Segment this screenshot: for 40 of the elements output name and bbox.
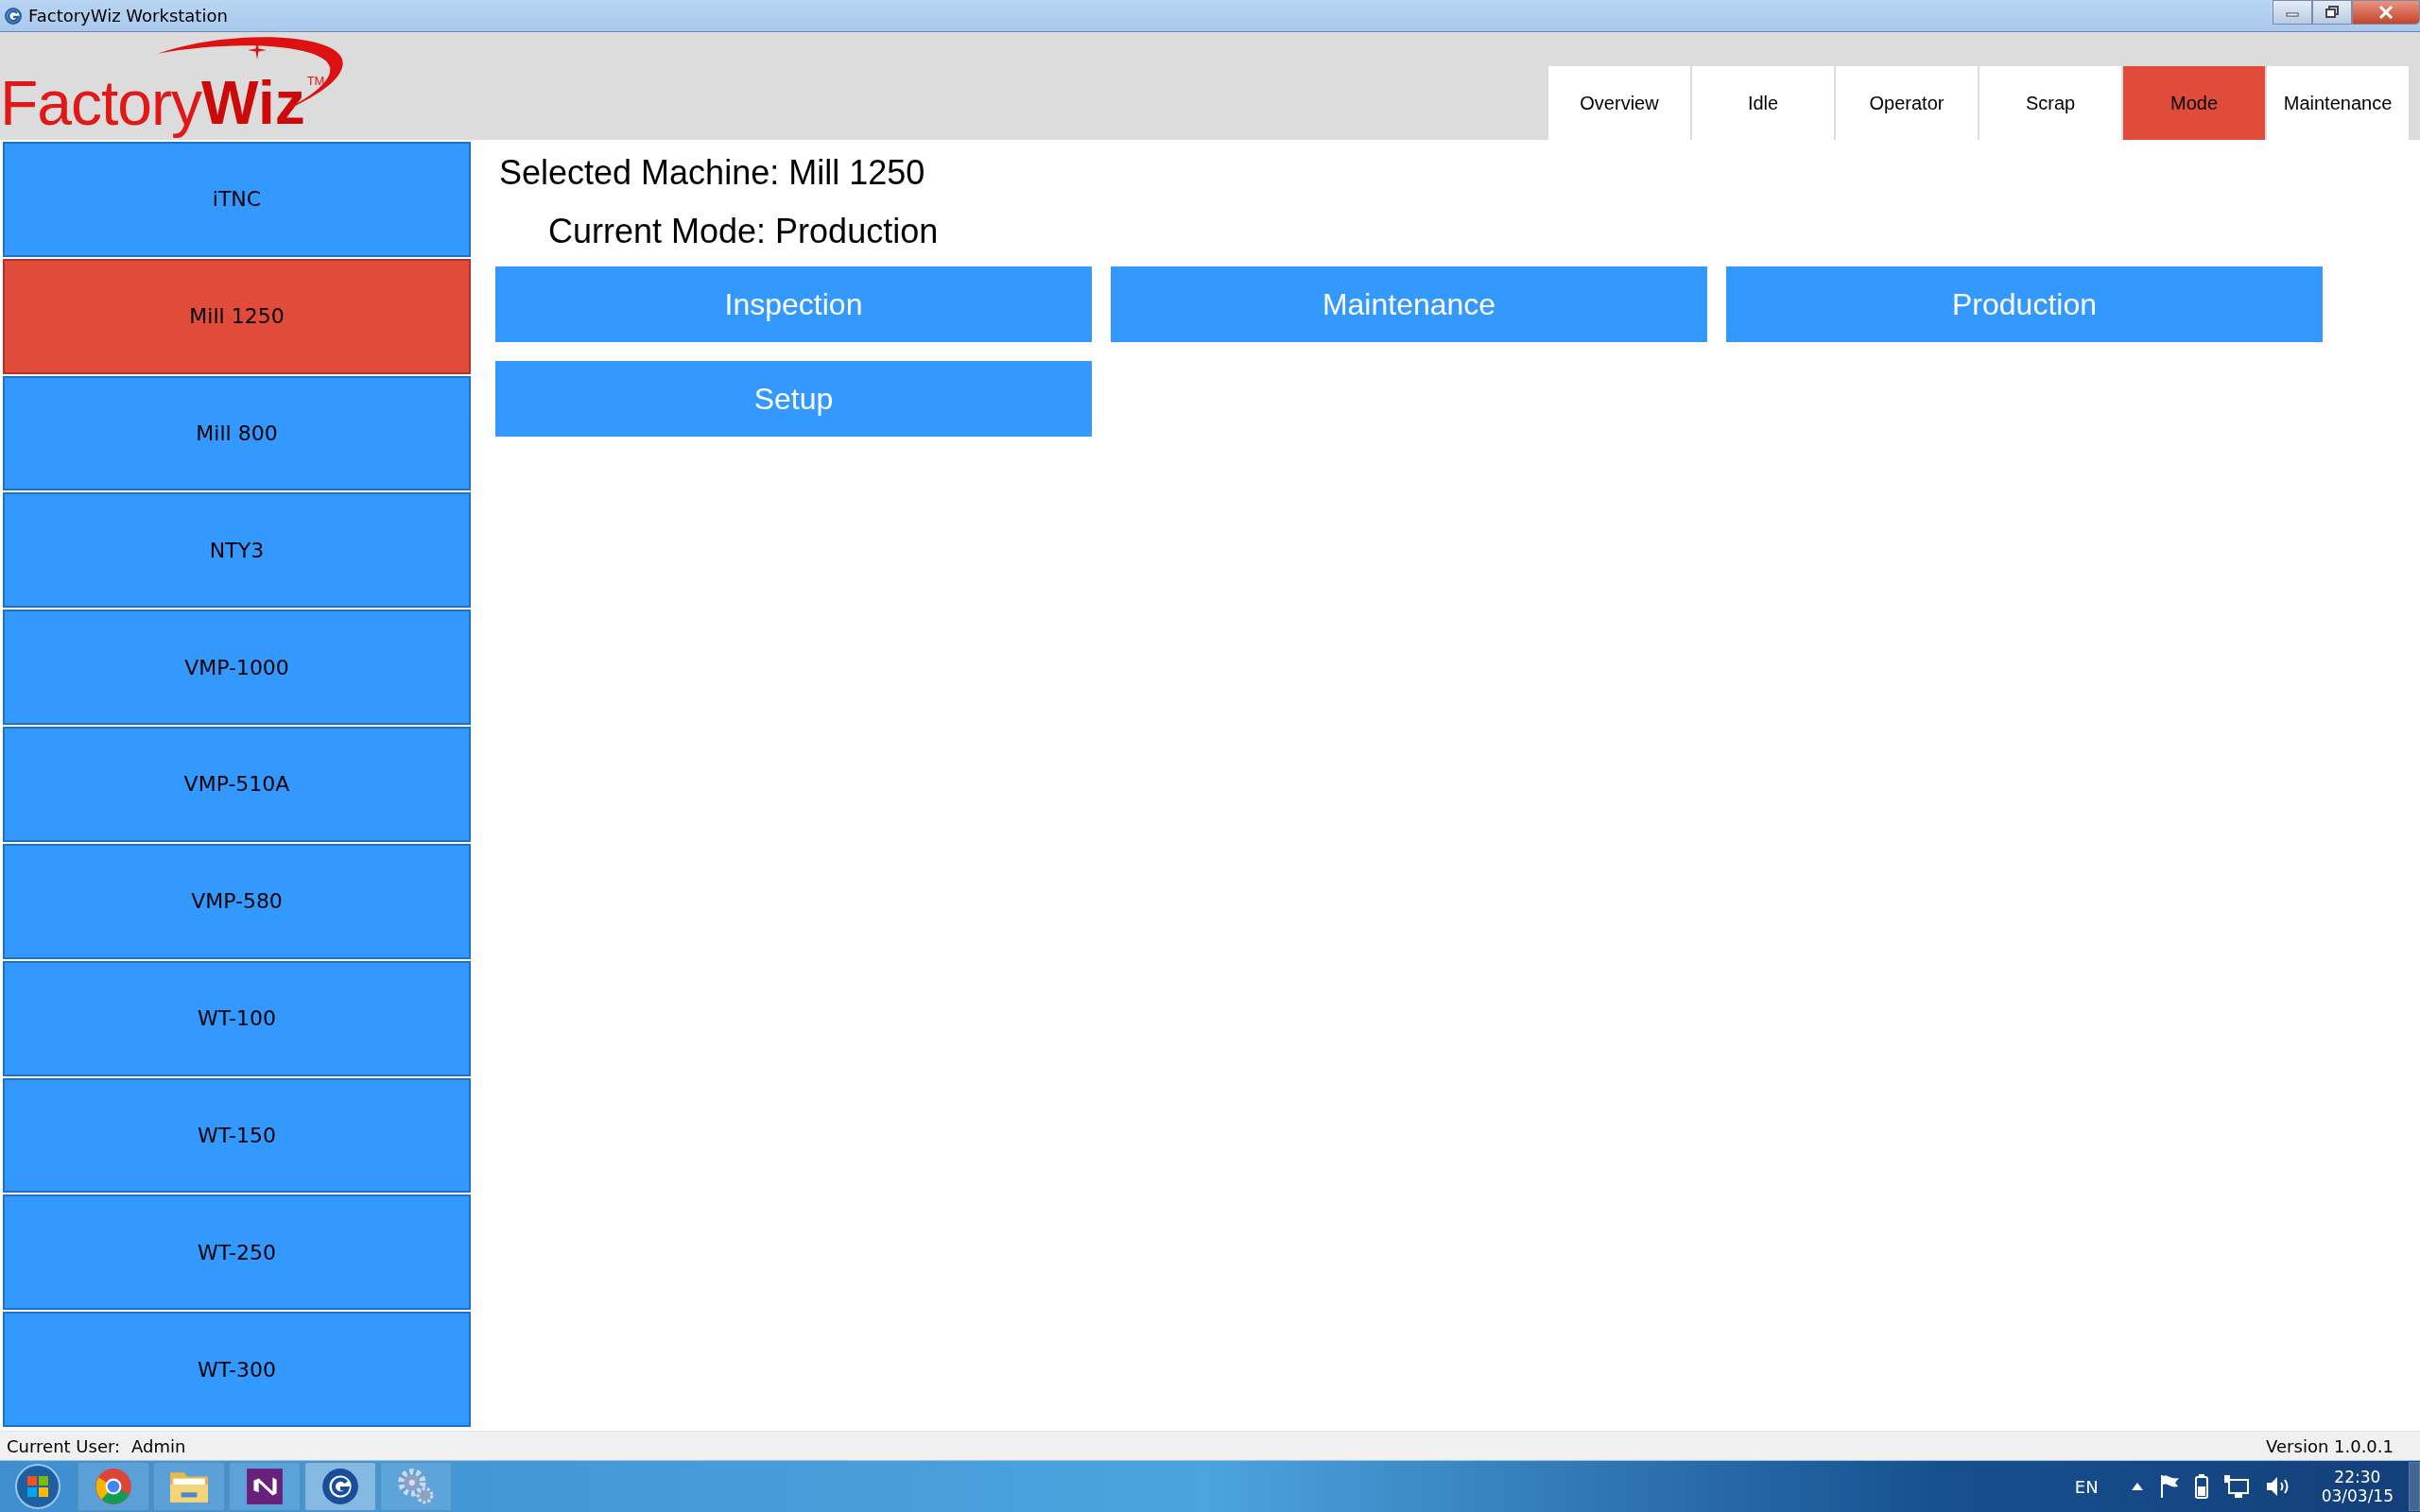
close-icon xyxy=(2377,6,2395,19)
logo-text: Factory xyxy=(0,67,202,140)
up-arrow-icon[interactable] xyxy=(2130,1482,2144,1491)
trademark-mark: TM xyxy=(306,74,325,89)
current-user-value: Admin xyxy=(131,1435,186,1456)
machine-button[interactable]: WT-250 xyxy=(3,1194,471,1311)
current-mode-label: Current Mode: Production xyxy=(548,212,940,251)
machine-button[interactable]: NTY3 xyxy=(3,492,471,609)
tab[interactable]: Operator xyxy=(1836,66,1978,140)
maximize-icon xyxy=(2323,6,2342,19)
close-button[interactable] xyxy=(2352,0,2420,25)
machine-button[interactable]: Mill 1250 xyxy=(3,258,471,374)
window-title: FactoryWiz Workstation xyxy=(28,6,228,26)
machine-button[interactable]: WT-100 xyxy=(3,960,471,1076)
tab[interactable]: Scrap xyxy=(1979,66,2121,140)
maximize-button[interactable] xyxy=(2312,0,2352,25)
machine-button[interactable]: iTNC xyxy=(3,142,471,257)
tab[interactable]: Idle xyxy=(1692,66,1834,140)
machine-button[interactable]: WT-150 xyxy=(3,1077,471,1194)
machine-button[interactable]: Mill 800 xyxy=(3,375,471,491)
selected-machine-label: Selected Machine: Mill 1250 xyxy=(499,153,926,193)
logo-accent-text: Wiz xyxy=(201,68,305,137)
machine-button[interactable]: WT-300 xyxy=(3,1312,471,1427)
language-indicator[interactable]: EN xyxy=(2074,1476,2099,1497)
g-logo-icon[interactable] xyxy=(304,1462,376,1511)
network-icon[interactable] xyxy=(2222,1474,2250,1499)
tab[interactable]: Mode xyxy=(2123,66,2265,140)
clock-date[interactable]: 03/03/15 xyxy=(2321,1486,2394,1505)
battery-icon[interactable] xyxy=(2194,1474,2208,1499)
clock-time[interactable]: 22:30 xyxy=(2334,1468,2381,1486)
machine-button[interactable]: VMP-510A xyxy=(3,727,471,842)
current-user-label: Current User: xyxy=(7,1435,121,1456)
tab[interactable]: Maintenance xyxy=(2267,66,2409,140)
version-text: Version 1.0.0.1 xyxy=(2266,1435,2394,1456)
browser-icon[interactable] xyxy=(78,1462,149,1511)
flag-icon[interactable] xyxy=(2158,1474,2180,1499)
app-icon xyxy=(4,6,23,26)
tab[interactable]: Overview xyxy=(1548,66,1690,140)
machine-button[interactable]: VMP-1000 xyxy=(3,610,471,726)
machine-button[interactable]: VMP-580 xyxy=(3,843,471,959)
